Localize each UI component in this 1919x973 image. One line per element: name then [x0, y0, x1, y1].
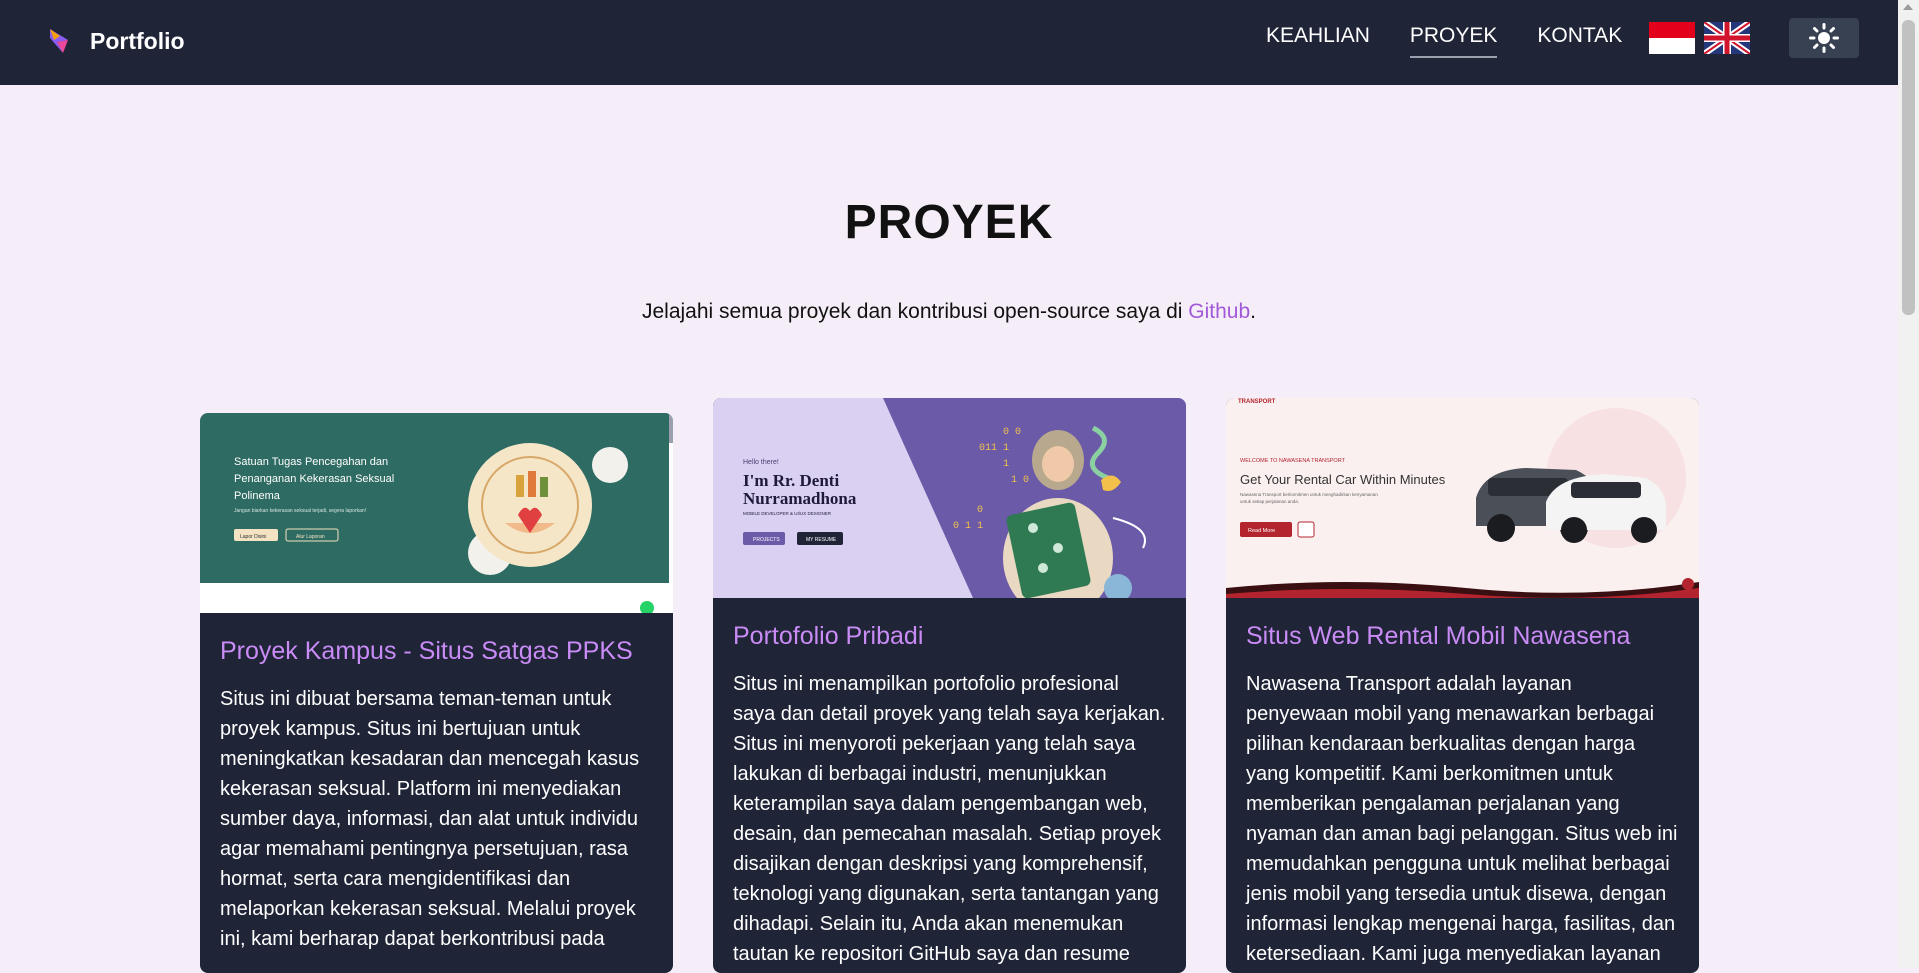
indonesia-flag-icon[interactable]: [1649, 22, 1695, 54]
section-subtitle: Jelajahi semua proyek dan kontribusi ope…: [0, 300, 1898, 324]
thumb-greeting: Hello there!: [743, 459, 779, 466]
thumb-name-2: Nurramadhona: [743, 489, 857, 508]
project-title: Situs Web Rental Mobil Nawasena: [1246, 622, 1631, 650]
project-title: Proyek Kampus - Situs Satgas PPKS: [220, 637, 633, 665]
scrollbar-thumb[interactable]: [1902, 20, 1915, 315]
brand-logo-icon: [50, 29, 68, 53]
thumb-satgas-heading-2: Penanganan Kekerasan Seksual: [234, 473, 394, 485]
section-title: PROYEK: [844, 196, 1054, 249]
project-card-portfolio[interactable]: 0 0 011 1 1 1 0 0 0 1 1 Hello there! I'm…: [713, 398, 1186, 973]
thumb-body: Nawasena Transport berkomitmen untuk men…: [1240, 492, 1378, 497]
thumb-binary-3: 1: [1003, 459, 1009, 470]
thumb-brand: TRANSPORT: [1238, 399, 1276, 405]
thumb-binary-1: 0 0: [1003, 427, 1021, 438]
project-title: Portofolio Pribadi: [733, 622, 924, 650]
thumb-satgas-btn1: Lapor Disini: [240, 534, 266, 540]
project-thumbnail-satgas: Satuan Tugas Pencegahan dan Penanganan K…: [200, 413, 673, 613]
nav-links: KEAHLIAN PROYEK KONTAK: [1266, 24, 1622, 58]
thumb-satgas-btn2: Alur Laporan: [296, 534, 325, 540]
thumb-binary-5: 0: [977, 505, 983, 516]
project-description: Situs ini menampilkan portofolio profesi…: [733, 673, 1166, 965]
project-description: Situs ini dibuat bersama teman-teman unt…: [220, 688, 640, 950]
thumb-btn-projects: PROJECTS: [753, 537, 780, 543]
brand[interactable]: Portfolio: [46, 26, 185, 56]
thumb-body-2: untuk setiap perjalanan anda.: [1240, 499, 1299, 504]
project-card-nawasena[interactable]: TRANSPORT WELCOME TO NAWASENA TRANSPORT …: [1226, 398, 1699, 973]
scroll-up-arrow-icon[interactable]: [1903, 4, 1913, 10]
project-thumbnail-nawasena: TRANSPORT WELCOME TO NAWASENA TRANSPORT …: [1226, 398, 1699, 598]
thumb-satgas-heading-1: Satuan Tugas Pencegahan dan: [234, 456, 388, 468]
uk-flag-icon[interactable]: [1704, 22, 1750, 54]
subtitle-end: .: [1250, 300, 1257, 323]
nav-link-proyek[interactable]: PROYEK: [1409, 24, 1498, 58]
github-link[interactable]: Github: [1188, 300, 1250, 323]
thumb-read-more: Read More: [1248, 528, 1275, 534]
navbar: Portfolio KEAHLIAN PROYEK KONTAK: [0, 0, 1898, 85]
thumb-heading: Get Your Rental Car Within Minutes: [1240, 472, 1446, 487]
thumb-btn-resume: MY RESUME: [806, 537, 837, 543]
thumb-role: MOBILE DEVELOPER & UI/UX DESIGNER: [743, 511, 832, 516]
thumb-binary-6: 0 1 1: [953, 521, 983, 532]
thumb-satgas-heading-3: Polinema: [234, 490, 281, 502]
nav-link-kontak[interactable]: KONTAK: [1537, 24, 1622, 58]
thumb-binary-2: 011 1: [979, 443, 1009, 454]
brand-name: Portfolio: [90, 27, 185, 54]
subtitle-text: Jelajahi semua proyek dan kontribusi ope…: [641, 300, 1189, 323]
project-card-satgas[interactable]: Satuan Tugas Pencegahan dan Penanganan K…: [200, 413, 673, 973]
thumb-satgas-tagline: Jangan biarkan kekerasan seksual terjadi…: [234, 508, 366, 514]
thumb-binary-4: 1 0: [1011, 475, 1029, 486]
thumb-kicker: WELCOME TO NAWASENA TRANSPORT: [1240, 458, 1346, 464]
project-description: Nawasena Transport adalah layanan penyew…: [1246, 673, 1678, 965]
page-scrollbar[interactable]: [1898, 0, 1919, 968]
theme-toggle-button[interactable]: [1789, 18, 1859, 58]
nav-link-keahlian[interactable]: KEAHLIAN: [1266, 24, 1370, 58]
project-thumbnail-portfolio: 0 0 011 1 1 1 0 0 0 1 1 Hello there! I'm…: [713, 398, 1186, 598]
thumb-name-1: I'm Rr. Denti: [743, 471, 839, 490]
sun-icon: [1809, 23, 1839, 53]
